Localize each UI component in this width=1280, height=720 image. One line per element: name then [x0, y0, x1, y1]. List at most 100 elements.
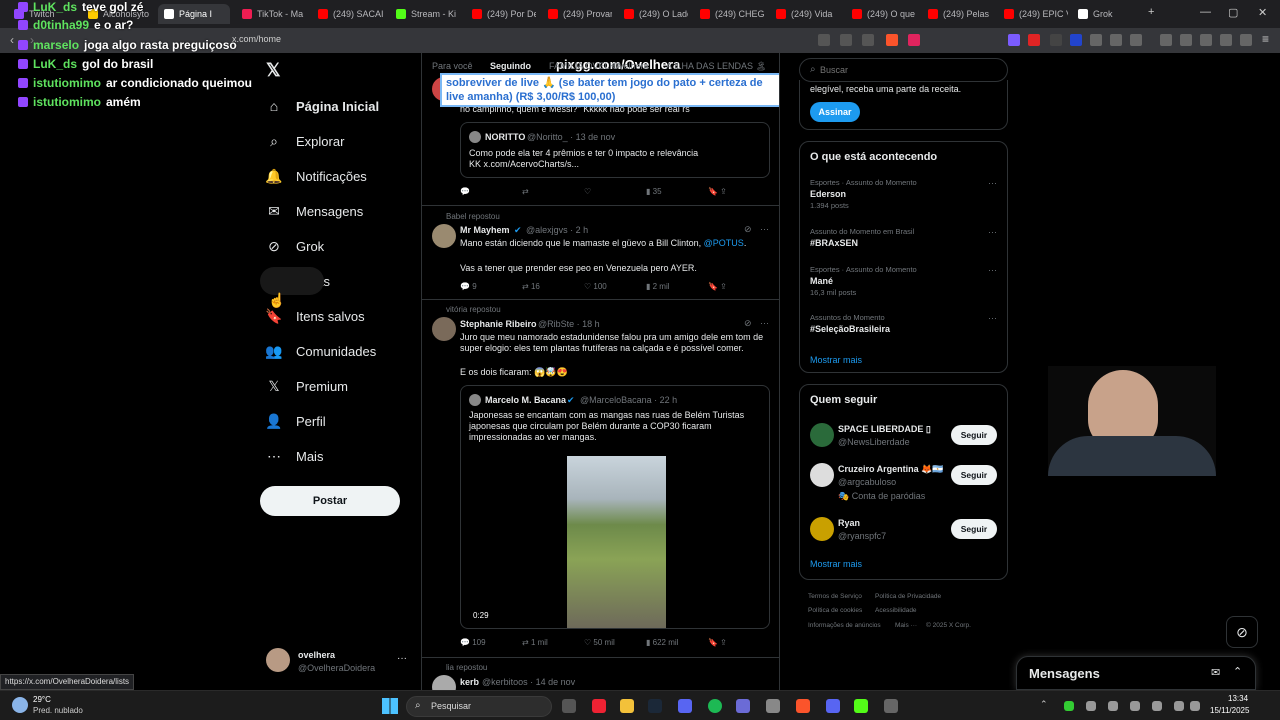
zoom-icon[interactable] [840, 34, 852, 46]
windows-start-icon[interactable] [382, 698, 398, 714]
browser-tab[interactable]: Stream - Ki [390, 4, 460, 24]
avatar[interactable] [432, 224, 456, 248]
views-count[interactable]: ▮ 35 [646, 187, 708, 196]
follow-name[interactable]: Cruzeiro Argentina 🦊🇦🇷 [838, 464, 944, 475]
extension-icon[interactable] [1008, 34, 1020, 46]
more-icon[interactable]: ··· [760, 224, 769, 234]
nav-item-explore[interactable]: ⌕ Explorar [266, 133, 344, 149]
follow-name[interactable]: Ryan [838, 518, 860, 528]
follow-button[interactable]: Seguir [951, 465, 997, 485]
new-message-icon[interactable]: ✉ [1211, 666, 1220, 679]
views-count[interactable]: ▮ 2 mil [646, 282, 708, 291]
browser-tab[interactable]: Página I [158, 4, 230, 24]
nav-item-premium[interactable]: 𝕏 Premium [266, 378, 348, 394]
reply-count[interactable]: 💬 9 [460, 282, 522, 291]
brave-shield-icon[interactable] [886, 34, 898, 46]
clock-time[interactable]: 13:34 [1228, 694, 1248, 703]
browser-tab[interactable]: (249) SACAI [312, 4, 384, 24]
follow-button[interactable]: Seguir [951, 519, 997, 539]
puzzle-icon[interactable] [1110, 34, 1122, 46]
avatar[interactable] [810, 423, 834, 447]
clock-date[interactable]: 15/11/2025 [1210, 706, 1249, 715]
footer-link[interactable]: Acessibilidade [875, 607, 917, 614]
follow-name[interactable]: SPACE LIBERDADE ▯ [838, 424, 931, 435]
post-button[interactable]: Postar [260, 486, 400, 516]
nav-item-home[interactable]: ⌂ Página Inicial [266, 98, 379, 114]
avatar[interactable] [810, 463, 834, 487]
bluetooth-icon[interactable] [1130, 701, 1140, 711]
tweet-author-name[interactable]: kerb [460, 677, 479, 687]
show-more-trends-link[interactable]: Mostrar mais [810, 355, 862, 365]
browser-tab[interactable]: Grok [1072, 4, 1142, 24]
like-icon[interactable]: ♡ [584, 187, 646, 196]
leo-icon[interactable] [1220, 34, 1232, 46]
avatar[interactable] [432, 317, 456, 341]
quote-tweet[interactable]: Marcelo M. Bacana ✔ @MarceloBacana · 22 … [460, 385, 770, 629]
music-icon[interactable] [1160, 34, 1172, 46]
browser-tab[interactable]: (249) O que [846, 4, 916, 24]
bookmark-icon[interactable]: 🔖 ⇪ [708, 282, 770, 291]
more-icon[interactable]: ··· [988, 313, 997, 323]
screenshot-icon[interactable] [1130, 34, 1142, 46]
quote-tweet[interactable]: NORITTO @Noritto_ · 13 de nov Como pode … [460, 122, 770, 178]
extension-icon[interactable] [1028, 34, 1040, 46]
trend-item[interactable]: Assuntos do Momento #SeleçãoBrasileira [810, 313, 890, 334]
nav-item-communities[interactable]: 👥 Comunidades [265, 343, 376, 359]
mic-icon[interactable] [1152, 701, 1162, 711]
bookmark-icon[interactable]: 🔖 ⇪ [708, 638, 770, 647]
browser-tab[interactable]: TikTok - Ma [236, 4, 306, 24]
browser-tab[interactable]: (249) O Lado [618, 4, 688, 24]
views-count[interactable]: ▮ 622 mil [646, 638, 708, 647]
app-icon[interactable] [766, 699, 780, 713]
more-icon[interactable]: ··· [988, 227, 997, 237]
brave-rewards-icon[interactable] [908, 34, 920, 46]
x-logo-icon[interactable]: 𝕏 [266, 60, 281, 81]
retweet-count[interactable]: ⇄ 16 [522, 282, 584, 291]
share-icon[interactable] [862, 34, 874, 46]
grok-icon[interactable]: ⊘ [744, 224, 752, 235]
nav-item-more[interactable]: ⋯ Mais [266, 448, 323, 464]
extension-icon[interactable] [1090, 34, 1102, 46]
menu-icon[interactable]: ≡ [1262, 32, 1269, 46]
more-options-icon[interactable]: ··· [397, 653, 407, 664]
browser-tab[interactable]: (249) Pelas [922, 4, 992, 24]
reply-icon[interactable]: 💬 [460, 187, 522, 196]
footer-link[interactable]: © 2025 X Corp. [926, 622, 971, 629]
nav-item-bookmarks[interactable]: 🔖 Itens salvos [265, 308, 364, 324]
show-more-follow-link[interactable]: Mostrar mais [810, 559, 862, 569]
cast-icon[interactable] [818, 34, 830, 46]
follow-button[interactable]: Seguir [951, 425, 997, 445]
footer-link[interactable]: Termos de Serviço [808, 593, 862, 600]
trend-item[interactable]: Esportes · Assunto do Momento Ederson 1.39… [810, 178, 917, 210]
app-icon[interactable] [592, 699, 606, 713]
tray-chevron-icon[interactable]: ⌃ [1040, 699, 1048, 710]
kick-icon[interactable] [854, 699, 868, 713]
avatar[interactable] [810, 517, 834, 541]
app-icon[interactable] [884, 699, 898, 713]
tweet[interactable]: lia repostou kerb @kerbitoos · 14 de nov [422, 657, 779, 693]
retweet-icon[interactable]: ⇄ [522, 187, 584, 196]
video-thumbnail[interactable] [567, 456, 666, 628]
file-explorer-icon[interactable] [620, 699, 634, 713]
vpn-icon[interactable] [1240, 34, 1252, 46]
chevron-up-icon[interactable]: ⌃ [1233, 665, 1242, 678]
url-text[interactable]: x.com/home [232, 34, 281, 44]
app-icon[interactable] [678, 699, 692, 713]
spotify-icon[interactable] [708, 699, 722, 713]
tray-icon[interactable] [1086, 701, 1096, 711]
browser-tab[interactable]: (249) Vida [770, 4, 840, 24]
browser-tab[interactable]: (249) Provar [542, 4, 612, 24]
nav-item-profile[interactable]: 👤 Perfil [265, 413, 325, 429]
app-icon[interactable] [736, 699, 750, 713]
steam-icon[interactable] [648, 699, 662, 713]
avatar[interactable] [266, 648, 290, 672]
footer-link[interactable]: Política de Privacidade [875, 593, 941, 600]
account-name[interactable]: ovelhera [298, 650, 335, 660]
nav-item-grok[interactable]: ⊘ Grok [266, 238, 324, 254]
subscribe-button[interactable]: Assinar [810, 102, 860, 122]
more-icon[interactable]: ··· [988, 265, 997, 275]
tray-icon[interactable] [1108, 701, 1118, 711]
extension-icon[interactable] [1050, 34, 1062, 46]
tweet-author-name[interactable]: Stephanie Ribeiro [460, 319, 537, 329]
volume-icon[interactable] [1190, 701, 1200, 711]
